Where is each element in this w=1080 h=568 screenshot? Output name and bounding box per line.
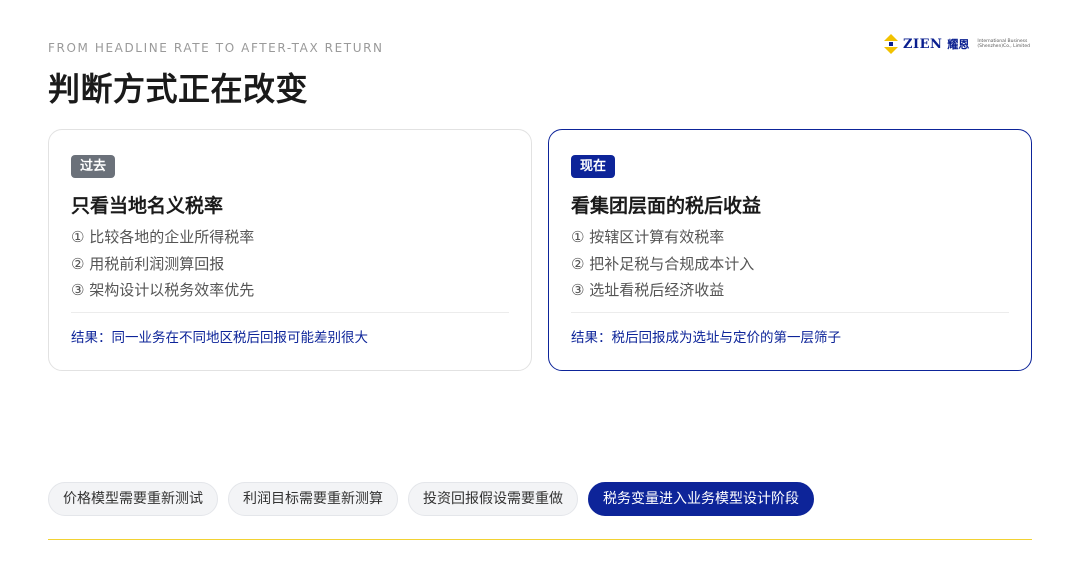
page-title: 判断方式正在改变	[48, 70, 309, 108]
card-now: 现在 看集团层面的税后收益 ① 按辖区计算有效税率 ② 把补足税与合规成本计入 …	[548, 129, 1032, 371]
company-logo: ZIEN 耀恩 International Business (Shenzhen…	[884, 33, 1030, 55]
logo-subtitle: International Business (Shenzhen)Co., Li…	[977, 39, 1030, 50]
card-result-now: 结果：税后回报成为选址与定价的第一层筛子	[571, 330, 841, 346]
card-result-past: 结果：同一业务在不同地区税后回报可能差别很大	[71, 330, 368, 346]
card-tag-now: 现在	[571, 155, 616, 178]
list-item: ① 按辖区计算有效税率	[571, 228, 725, 246]
card-divider	[71, 312, 509, 313]
logo-mark-icon	[884, 34, 898, 54]
list-item: ③ 选址看税后经济收益	[571, 281, 725, 299]
card-divider	[571, 312, 1009, 313]
list-item: ② 用税前利润测算回报	[71, 254, 225, 273]
chip-pricing-model[interactable]: 价格模型需要重新测试	[48, 482, 218, 516]
bottom-divider	[48, 539, 1032, 540]
card-tag-past: 过去	[71, 155, 116, 178]
list-item: ① 比较各地的企业所得税率	[71, 228, 255, 246]
logo-subtitle-line2: (Shenzhen)Co., Limited	[977, 44, 1030, 49]
card-heading-past: 只看当地名义税率	[71, 195, 224, 217]
logo-wordmark: ZIEN	[903, 36, 943, 52]
card-list-past: ① 比较各地的企业所得税率 ② 用税前利润测算回报 ③ 架构设计以税务效率优先	[71, 224, 254, 304]
eyebrow-text: FROM HEADLINE RATE TO AFTER-TAX RETURN	[48, 41, 384, 55]
card-list-now: ① 按辖区计算有效税率 ② 把补足税与合规成本计入 ③ 选址看税后经济收益	[571, 224, 754, 304]
chip-profit-target[interactable]: 利润目标需要重新测算	[228, 482, 398, 516]
card-past: 过去 只看当地名义税率 ① 比较各地的企业所得税率 ② 用税前利润测算回报 ③ …	[48, 129, 532, 371]
logo-chinese-name: 耀恩	[947, 38, 970, 51]
list-item: ② 把补足税与合规成本计入	[571, 254, 755, 273]
chip-row: 价格模型需要重新测试 利润目标需要重新测算 投资回报假设需要重做 税务变量进入业…	[48, 482, 814, 516]
list-item: ③ 架构设计以税务效率优先	[71, 281, 255, 299]
chip-investment-return[interactable]: 投资回报假设需要重做	[408, 482, 578, 516]
chip-tax-variable[interactable]: 税务变量进入业务模型设计阶段	[588, 482, 814, 516]
card-heading-now: 看集团层面的税后收益	[571, 195, 762, 217]
